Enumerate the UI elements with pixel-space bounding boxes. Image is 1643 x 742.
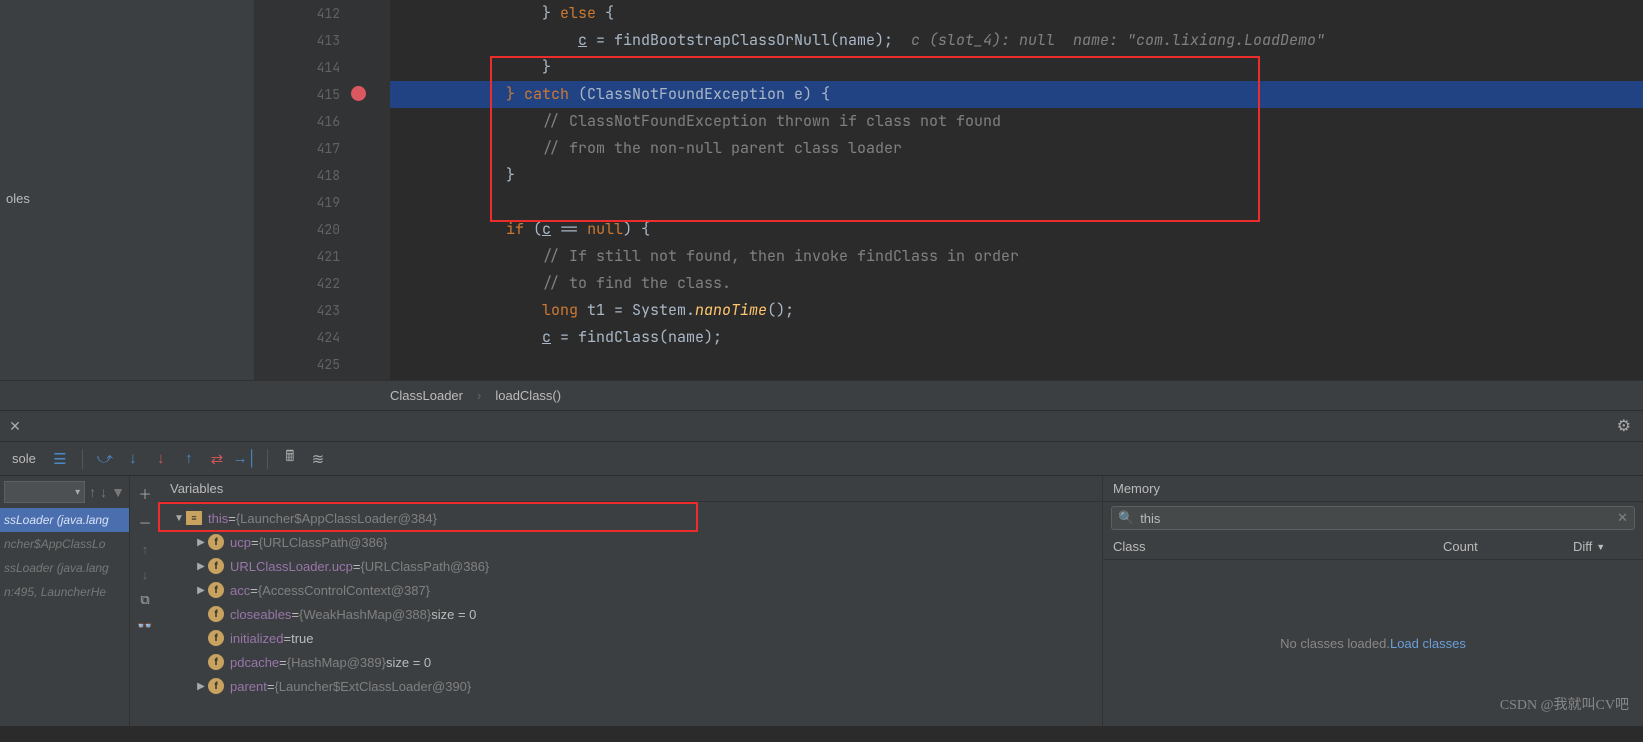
variable-row[interactable]: ▼≡this = {Launcher$AppClassLoader@384} <box>160 506 1102 530</box>
debug-toolbar: sole ☰ ⤻ ↓ ↓ ↑ ⇄ →│ 🖩 ≋ <box>0 442 1643 476</box>
drop-frame-icon[interactable]: ⇄ <box>205 447 229 471</box>
line-gutter[interactable]: 4124134144154164174184194204214224234244… <box>255 0 370 380</box>
load-classes-link[interactable]: Load classes <box>1390 636 1466 651</box>
fold-column[interactable] <box>370 0 390 380</box>
debug-toolwindow-header: ✕ ⚙ <box>0 410 1643 442</box>
col-diff[interactable]: Diff ▼ <box>1573 539 1643 554</box>
variables-panel: ＋ － ↑ ↓ ⧉ 👓 Variables ▼≡this = {Launcher… <box>130 476 1103 726</box>
run-to-cursor-icon[interactable]: →│ <box>233 447 257 471</box>
next-frame-icon[interactable]: ↓ <box>100 484 107 500</box>
variable-row[interactable]: ▶fucp = {URLClassPath@386} <box>160 530 1102 554</box>
frame-row[interactable]: ssLoader (java.lang <box>0 508 129 532</box>
step-over-icon[interactable]: ⤻ <box>93 447 117 471</box>
evaluate-icon[interactable]: 🖩 <box>278 447 302 471</box>
breadcrumb-sep: › <box>477 388 481 403</box>
gear-icon[interactable]: ⚙ <box>1617 416 1631 436</box>
prev-frame-icon[interactable]: ↑ <box>89 484 96 500</box>
up-icon[interactable]: ↑ <box>142 542 149 557</box>
memory-search-input[interactable]: 🔍 this ✕ <box>1111 506 1635 530</box>
frame-row[interactable]: n:495, LauncherHe <box>0 580 129 604</box>
variable-row[interactable]: fcloseables = {WeakHashMap@388} size = 0 <box>160 602 1102 626</box>
search-text: this <box>1140 511 1160 526</box>
variable-row[interactable]: ▶fparent = {Launcher$ExtClassLoader@390} <box>160 674 1102 698</box>
glasses-icon[interactable]: 👓 <box>137 618 153 634</box>
trace-icon[interactable]: ≋ <box>306 447 330 471</box>
step-into-icon[interactable]: ↓ <box>121 447 145 471</box>
variables-header: Variables <box>160 476 1102 502</box>
variable-row[interactable]: ▶fURLClassLoader.ucp = {URLClassPath@386… <box>160 554 1102 578</box>
down-icon[interactable]: ↓ <box>142 567 149 582</box>
thread-dropdown[interactable]: ▾ <box>4 481 85 503</box>
project-sidebar[interactable]: oles <box>0 0 255 380</box>
close-icon[interactable]: ✕ <box>0 418 30 435</box>
memory-header: Memory <box>1103 476 1643 502</box>
step-out-icon[interactable]: ↑ <box>177 447 201 471</box>
variable-row[interactable]: finitialized = true <box>160 626 1102 650</box>
watermark: CSDN @我就叫CV吧 <box>1500 694 1629 714</box>
variables-sidebar: ＋ － ↑ ↓ ⧉ 👓 <box>130 476 160 726</box>
breadcrumb[interactable]: ClassLoader › loadClass() <box>0 380 1643 410</box>
add-watch-icon[interactable]: ＋ <box>138 484 151 503</box>
breadcrumb-method[interactable]: loadClass() <box>495 388 561 403</box>
breadcrumb-class[interactable]: ClassLoader <box>390 388 463 403</box>
copy-icon[interactable]: ⧉ <box>140 592 149 608</box>
remove-watch-icon[interactable]: － <box>138 513 151 532</box>
force-step-into-icon[interactable]: ↓ <box>149 447 173 471</box>
console-tab[interactable]: sole <box>4 451 44 466</box>
memory-panel: Memory 🔍 this ✕ Class Count Diff ▼ No cl… <box>1103 476 1643 726</box>
frame-row[interactable]: ssLoader (java.lang <box>0 556 129 580</box>
frames-panel: ▾ ↑ ↓ ▼ ssLoader (java.langncher$AppClas… <box>0 476 130 726</box>
variables-tree[interactable]: ▼≡this = {Launcher$AppClassLoader@384}▶f… <box>160 502 1102 702</box>
frame-row[interactable]: ncher$AppClassLo <box>0 532 129 556</box>
col-count[interactable]: Count <box>1443 539 1573 554</box>
variable-row[interactable]: fpdcache = {HashMap@389} size = 0 <box>160 650 1102 674</box>
layout-icon[interactable]: ☰ <box>48 447 72 471</box>
sidebar-item[interactable]: oles <box>0 187 254 210</box>
filter-icon[interactable]: ▼ <box>111 484 125 500</box>
search-icon: 🔍 <box>1118 510 1134 526</box>
code-editor[interactable]: } else { c = findBootstrapClassOrNull(na… <box>390 0 1643 380</box>
variable-row[interactable]: ▶facc = {AccessControlContext@387} <box>160 578 1102 602</box>
clear-icon[interactable]: ✕ <box>1617 510 1628 526</box>
col-class[interactable]: Class <box>1103 539 1443 554</box>
memory-columns: Class Count Diff ▼ <box>1103 534 1643 560</box>
